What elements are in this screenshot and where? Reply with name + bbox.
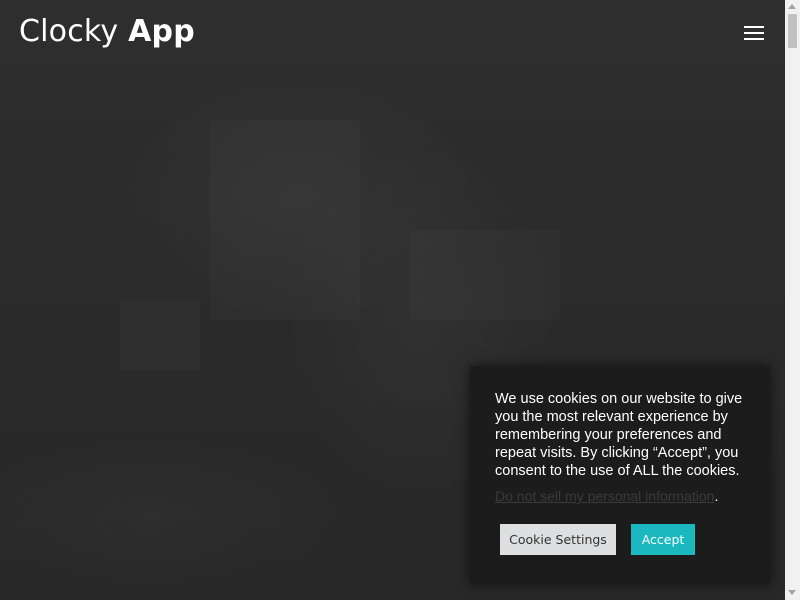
hamburger-line: [744, 26, 764, 28]
logo-text-bold: App: [128, 14, 195, 49]
page: Clocky App We use cookies on our website…: [0, 0, 800, 600]
do-not-sell-link[interactable]: Do not sell my personal information: [495, 488, 714, 504]
scroll-down-arrow-icon[interactable]: [788, 590, 796, 595]
vertical-scrollbar[interactable]: [785, 0, 800, 600]
logo-text-light: Clocky: [19, 14, 119, 49]
scrollbar-thumb[interactable]: [788, 14, 797, 48]
hero-background-shape: [410, 230, 560, 320]
hamburger-line: [744, 38, 764, 40]
cookie-link-row: Do not sell my personal information.: [495, 487, 748, 505]
scroll-up-arrow-icon[interactable]: [788, 4, 796, 9]
cookie-message: We use cookies on our website to give yo…: [495, 391, 743, 479]
site-logo[interactable]: Clocky App: [19, 14, 195, 49]
hero-background-shape: [210, 120, 360, 320]
cookie-link-suffix: .: [714, 488, 719, 504]
hero-background-shape: [120, 300, 200, 370]
cookie-consent-banner: We use cookies on our website to give yo…: [470, 366, 770, 584]
accept-cookies-button[interactable]: Accept: [631, 524, 695, 555]
cookie-settings-button[interactable]: Cookie Settings: [500, 524, 616, 555]
hamburger-menu-icon[interactable]: [744, 26, 764, 41]
hamburger-line: [744, 32, 764, 34]
site-header: Clocky App: [0, 0, 785, 70]
